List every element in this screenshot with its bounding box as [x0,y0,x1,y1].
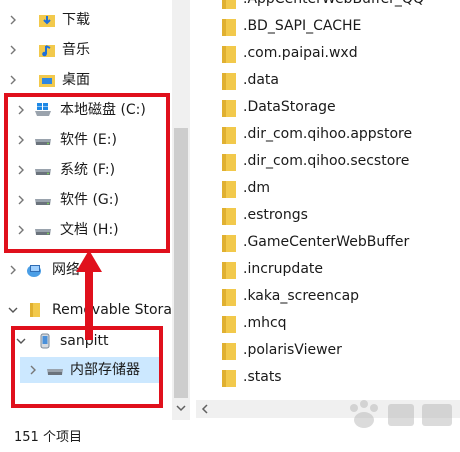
nav-item-label: 音乐 [62,42,90,58]
file-row[interactable]: .dir_com.qihoo.secstore [196,149,460,176]
baidu-jingyan-watermark-logo [350,400,452,428]
annotation-box-drives [4,93,170,253]
folder-icon [222,19,236,36]
file-name: .incrupdate [243,261,323,277]
nav-item-label: 下载 [62,12,90,28]
folder-icon [222,154,236,171]
folder-icon [222,46,236,63]
nav-item-label: 桌面 [62,72,90,88]
file-row[interactable]: .DataStorage [196,95,460,122]
file-name: .BD_SAPI_CACHE [243,18,362,34]
chevron-right-icon[interactable] [8,265,18,275]
folder-icon [222,181,236,198]
file-row[interactable]: .mhcq [196,311,460,338]
file-row[interactable]: .kaka_screencap [196,284,460,311]
file-name: .estrongs [243,207,308,223]
chevron-right-icon[interactable] [8,75,18,85]
annotation-arrow-up-icon [76,250,102,340]
file-name: .DataStorage [243,99,336,115]
file-name: .polarisViewer [243,342,342,358]
file-name: .com.paipai.wxd [243,45,358,61]
item-count: 151 个项目 [14,430,82,445]
folder-icon [222,73,236,90]
nav-scrollbar-thumb[interactable] [174,128,188,398]
folder-icon [222,100,236,117]
nav-item-3[interactable]: 桌面 [0,67,172,93]
chevron-right-icon[interactable] [8,15,18,25]
file-row[interactable]: .data [196,68,460,95]
file-name: .dir_com.qihoo.secstore [243,153,410,169]
scroll-left-arrow-icon[interactable] [200,404,210,414]
folder-icon [222,316,236,333]
file-name: .mhcq [243,315,287,331]
folder-icon [222,343,236,360]
nav-item-2[interactable]: 音乐 [0,37,172,63]
file-row[interactable]: .com.paipai.wxd [196,41,460,68]
folder-icon [222,289,236,306]
file-name: .dir_com.qihoo.appstore [243,126,413,142]
file-list: .AppCenterWebBuffer_QQ .BD_SAPI_CACHE .com… [196,0,460,400]
file-row[interactable]: .estrongs [196,203,460,230]
file-name: .stats [243,369,282,385]
file-row[interactable]: .incrupdate [196,257,460,284]
file-row[interactable]: .stats [196,365,460,392]
file-row[interactable]: .BD_SAPI_CACHE [196,14,460,41]
file-name: .dm [243,180,270,196]
file-row[interactable]: .polarisViewer [196,338,460,365]
folder-icon [222,0,236,9]
nav-item-label: Removable Stora [52,302,172,318]
chevron-right-icon[interactable] [8,45,18,55]
nav-item-1[interactable]: 下载 [0,7,172,33]
file-name: .AppCenterWebBuffer_QQ [243,0,424,7]
file-row[interactable]: .dm [196,176,460,203]
file-name: .kaka_screencap [243,288,360,304]
file-name: .GameCenterWebBuffer [243,234,410,250]
folder-icon [222,127,236,144]
folder-icon [222,370,236,387]
chevron-down-icon[interactable] [8,305,18,315]
folder-icon [222,235,236,252]
file-row[interactable]: .AppCenterWebBuffer_QQ [196,0,460,14]
folder-icon [222,262,236,279]
file-name: .data [243,72,279,88]
file-row[interactable]: .dir_com.qihoo.appstore [196,122,460,149]
folder-icon [222,208,236,225]
scroll-down-arrow-icon[interactable] [176,403,186,413]
file-row[interactable]: .GameCenterWebBuffer [196,230,460,257]
